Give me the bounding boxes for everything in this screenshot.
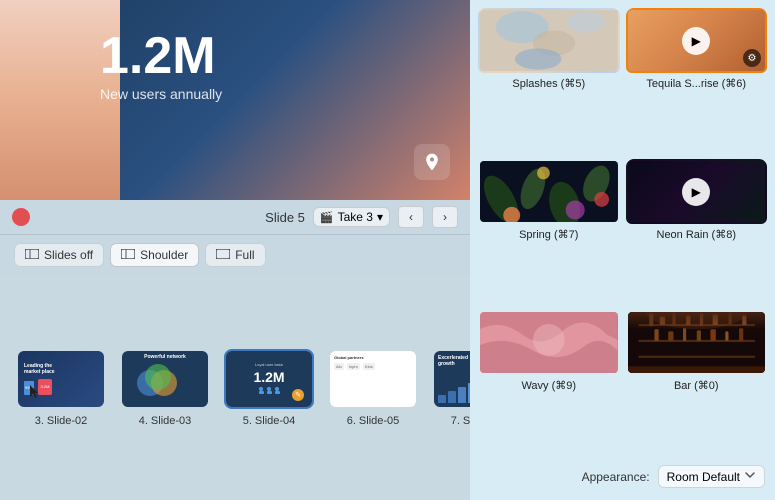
play-button-tequila: ▶	[682, 27, 710, 55]
thumbnails-strip: Leading themarket place 95% 3.2M	[0, 275, 470, 500]
slides-off-icon	[25, 249, 39, 262]
slide-stats: 1.2M New users annually	[100, 30, 222, 102]
view-mode-full-label: Full	[235, 248, 254, 262]
record-button[interactable]	[12, 208, 30, 226]
bg-thumb-tequila: ▶ ⚙	[626, 8, 768, 73]
bg-item-spring[interactable]: Spring (⌘7)	[478, 159, 620, 304]
left-panel: 1.2M New users annually Slide 5 🎬 Take 3…	[0, 0, 470, 500]
bg-item-neon[interactable]: ▶ Neon Rain (⌘8)	[626, 159, 768, 304]
gear-badge-tequila: ⚙	[743, 49, 761, 67]
thumb-label-3: 3. Slide-02	[35, 415, 88, 427]
bg-item-splashes[interactable]: Splashes (⌘5)	[478, 8, 620, 153]
view-mode-bar: Slides off Shoulder Full	[0, 235, 470, 275]
thumb-label-7: 7. Slide-06	[451, 415, 470, 427]
right-panel: Splashes (⌘5) ▶ ⚙ Tequila S...rise (⌘6)	[470, 0, 775, 500]
bg-thumb-wavy	[478, 310, 620, 375]
bg-thumb-neon: ▶	[626, 159, 768, 224]
view-mode-slides-off-label: Slides off	[44, 248, 93, 262]
thumb-img-5: Loyal user base 1.2M ✎	[224, 349, 314, 409]
bg-label-tequila: Tequila S...rise (⌘6)	[626, 77, 768, 92]
thumbnail-slide-7[interactable]: Excerleratedgrowth 7. Slide-06	[432, 349, 470, 427]
view-mode-full[interactable]: Full	[205, 243, 265, 267]
backgrounds-grid: Splashes (⌘5) ▶ ⚙ Tequila S...rise (⌘6)	[478, 8, 767, 455]
bg-label-wavy: Wavy (⌘9)	[478, 379, 620, 394]
thumb-img-6: Global partners Alo Inphr Klos	[328, 349, 418, 409]
thumbnail-slide-6[interactable]: Global partners Alo Inphr Klos 6. Slide-…	[328, 349, 418, 427]
appearance-bar: Appearance: Room Default	[478, 461, 767, 492]
thumbnail-slide-4[interactable]: Powerful network 4. Slide-03	[120, 349, 210, 427]
bg-thumb-spring	[478, 159, 620, 224]
slide-stat-subtitle: New users annually	[100, 86, 222, 102]
slide5-edit-icon: ✎	[292, 389, 304, 401]
prev-slide-button[interactable]: ‹	[398, 206, 424, 228]
thumb-img-4: Powerful network	[120, 349, 210, 409]
play-button-neon: ▶	[682, 178, 710, 206]
full-icon	[216, 249, 230, 262]
bg-item-bar[interactable]: Bar (⌘0)	[626, 310, 768, 455]
thumbnail-slide-3[interactable]: Leading themarket place 95% 3.2M	[16, 349, 106, 427]
view-mode-slides-off[interactable]: Slides off	[14, 243, 104, 267]
thumb-label-5: 5. Slide-04	[243, 415, 296, 427]
slide-stat-number: 1.2M	[100, 30, 222, 82]
thumb-img-3: Leading themarket place 95% 3.2M	[16, 349, 106, 409]
bg-label-spring: Spring (⌘7)	[478, 228, 620, 243]
slide-preview: 1.2M New users annually	[0, 0, 470, 200]
take-dropdown-icon: ▾	[377, 210, 383, 224]
bg-item-wavy[interactable]: Wavy (⌘9)	[478, 310, 620, 455]
view-mode-shoulder-label: Shoulder	[140, 248, 188, 262]
take-selector[interactable]: 🎬 Take 3 ▾	[313, 207, 390, 227]
slide-preview-icon	[414, 144, 450, 180]
bg-label-bar: Bar (⌘0)	[626, 379, 768, 394]
thumb-label-4: 4. Slide-03	[139, 415, 192, 427]
appearance-dropdown-icon	[744, 469, 756, 484]
controls-bar: Slide 5 🎬 Take 3 ▾ ‹ ›	[0, 200, 470, 235]
slide-number-label: Slide 5	[265, 210, 305, 225]
appearance-label: Appearance:	[582, 470, 650, 484]
bg-thumb-bar	[626, 310, 768, 375]
bg-thumb-splashes	[478, 8, 620, 73]
view-mode-shoulder[interactable]: Shoulder	[110, 243, 199, 267]
thumbnail-slide-5[interactable]: Loyal user base 1.2M ✎ 5. Slide-04	[224, 349, 314, 427]
next-slide-button[interactable]: ›	[432, 206, 458, 228]
thumb-label-6: 6. Slide-05	[347, 415, 400, 427]
bg-label-splashes: Splashes (⌘5)	[478, 77, 620, 92]
thumb-img-7: Excerleratedgrowth	[432, 349, 470, 409]
shoulder-icon	[121, 249, 135, 262]
play-overlay-neon: ▶	[628, 161, 766, 222]
take-label: Take 3	[338, 210, 373, 224]
bg-label-neon: Neon Rain (⌘8)	[626, 228, 768, 243]
bg-item-tequila[interactable]: ▶ ⚙ Tequila S...rise (⌘6)	[626, 8, 768, 153]
appearance-select[interactable]: Room Default	[658, 465, 765, 488]
take-icon: 🎬	[320, 211, 334, 224]
appearance-value: Room Default	[667, 470, 740, 484]
